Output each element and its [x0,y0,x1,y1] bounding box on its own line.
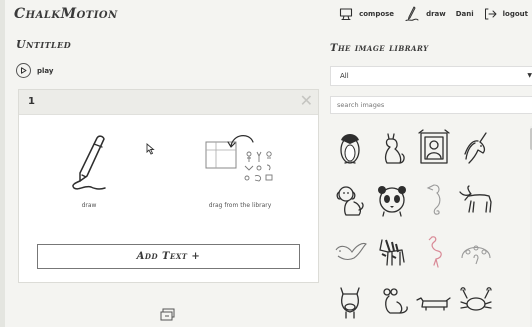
frames-icon[interactable] [160,306,175,325]
compose-label: compose [359,10,395,18]
image-grid [330,128,530,327]
image-cat[interactable] [372,128,412,168]
image-mouse[interactable] [372,282,412,322]
logout-label: logout [502,10,528,18]
draw-option[interactable]: draw [58,132,120,209]
image-panda[interactable] [372,180,412,220]
logout-icon [484,8,497,20]
add-text-button[interactable]: Add Text + [37,244,300,269]
scene-panel: 1 ✕ draw drag from the library Add Text … [18,89,319,283]
category-value: All [340,72,349,80]
library-icon [197,135,283,196]
top-nav: compose draw Dani logout [339,6,528,22]
play-button[interactable]: play [16,63,53,78]
image-cow[interactable] [330,282,370,322]
play-icon [16,63,31,78]
library-option[interactable]: drag from the library [195,132,285,209]
logout-link[interactable]: logout [484,8,528,20]
library-search-input[interactable] [330,96,532,114]
image-zebra[interactable] [372,232,412,272]
image-bird[interactable] [330,232,370,272]
library-caption: drag from the library [208,202,272,209]
dropdown-caret-icon: ▼ [527,72,532,79]
pen-icon [61,135,117,196]
document-title[interactable]: Untitled [16,38,71,51]
image-crab[interactable] [456,282,496,322]
scene-number: 1 [28,96,35,107]
image-dachshund[interactable] [414,282,454,322]
compose-icon [339,7,353,21]
cursor-icon [146,140,155,159]
play-label: play [37,66,54,75]
draw-caption: draw [81,202,97,209]
user-name[interactable]: Dani [456,10,474,18]
app-frame: ChalkMotion compose draw Dani logout Unt… [5,0,532,327]
image-penguin[interactable] [330,128,370,168]
compose-link[interactable]: compose [339,7,394,21]
draw-label: draw [426,10,446,18]
draw-link[interactable]: draw [404,6,446,22]
image-framed-portrait[interactable] [414,128,454,168]
library-title: The image library [330,43,429,54]
image-seahorse[interactable] [414,180,454,220]
category-select[interactable]: All ▼ [330,66,532,86]
app-logo[interactable]: ChalkMotion [14,6,118,22]
image-peacock[interactable] [456,232,496,272]
draw-icon [404,6,420,22]
scene-panel-header: 1 ✕ [19,90,318,115]
image-flamingo[interactable] [414,232,454,272]
close-icon[interactable]: ✕ [300,92,313,110]
image-dog[interactable] [330,180,370,220]
image-unicorn[interactable] [456,128,496,168]
image-moose[interactable] [456,180,496,220]
